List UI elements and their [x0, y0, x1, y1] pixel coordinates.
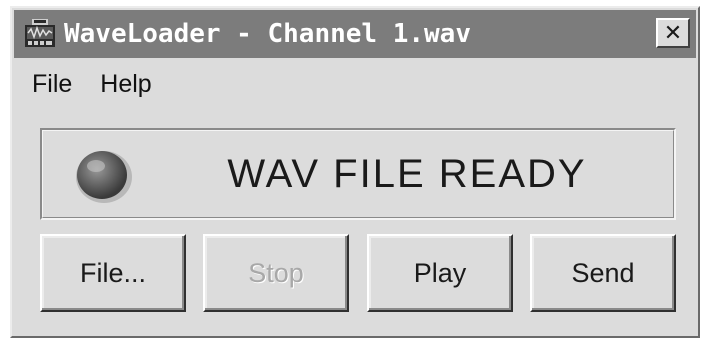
status-panel: WAV FILE READY: [40, 128, 676, 220]
close-icon: ✕: [663, 20, 683, 45]
title-bar[interactable]: WaveLoader - Channel 1.wav ✕: [14, 10, 696, 58]
stop-button[interactable]: Stop: [203, 234, 349, 312]
window-title: WaveLoader - Channel 1.wav: [64, 19, 471, 49]
status-message: WAV FILE READY: [227, 152, 587, 196]
menu-file[interactable]: File: [14, 64, 86, 104]
stop-button-label: Stop: [248, 257, 304, 288]
status-led-icon: [70, 144, 136, 206]
play-button[interactable]: Play: [367, 234, 513, 312]
send-button[interactable]: Send: [530, 234, 676, 312]
waveloader-app-icon[interactable]: [20, 14, 60, 54]
close-button[interactable]: ✕: [656, 18, 690, 48]
file-button-label: File...: [79, 257, 146, 288]
file-button[interactable]: File...: [40, 234, 186, 312]
play-button-label: Play: [413, 257, 467, 288]
menu-bar: File Help: [14, 64, 696, 104]
menu-help[interactable]: Help: [86, 64, 165, 104]
send-button-label: Send: [571, 257, 635, 288]
app-window: WaveLoader - Channel 1.wav ✕ File Help W…: [10, 6, 700, 338]
